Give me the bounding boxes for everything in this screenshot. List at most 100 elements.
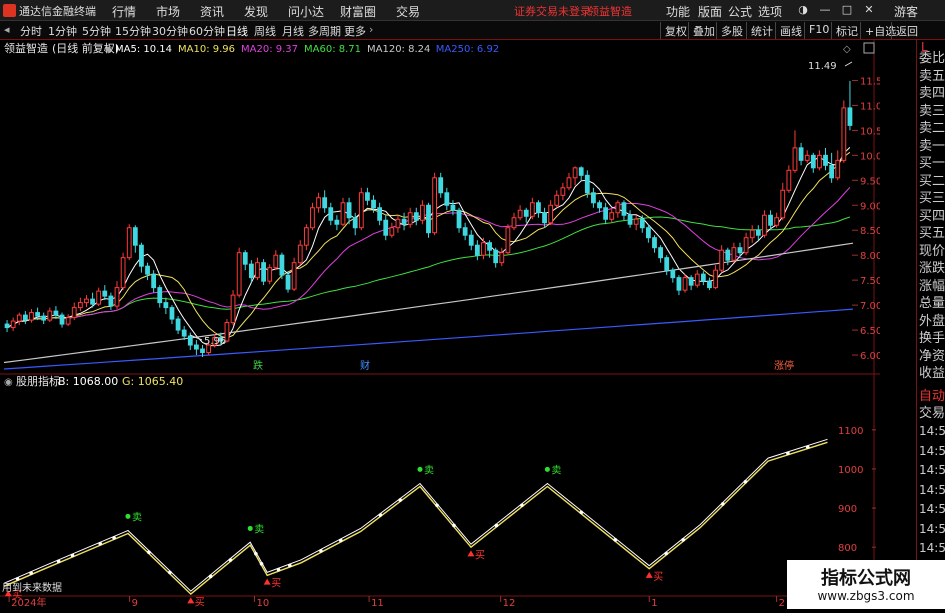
quote-label: 涨跌 (919, 261, 945, 276)
candle (236, 247, 242, 298)
quote-label: 卖四 (919, 86, 945, 101)
period-tab-5min[interactable]: 5分钟 (82, 23, 111, 39)
candle-body (499, 252, 505, 264)
maximize-icon[interactable]: □ (838, 2, 856, 18)
minimize-icon[interactable]: — (816, 2, 834, 18)
buy-signal-label: 买 (653, 571, 663, 583)
guest-label[interactable]: 游客 (894, 3, 918, 20)
menu-quotes[interactable]: 行情 (112, 3, 136, 20)
date-tick-label: 10 (256, 598, 269, 609)
period-tab-multi[interactable]: 多周期 (308, 23, 341, 39)
trade-label[interactable]: 自动 (919, 385, 945, 404)
period-toolbar: ◂ 分时 1分钟 5分钟 15分钟 30分钟 60分钟 日线 周线 月线 多周期… (0, 21, 945, 40)
diamond-icon[interactable]: ◇ (843, 44, 851, 55)
indicator-dot (338, 538, 343, 543)
menu-formula[interactable]: 公式 (728, 3, 752, 20)
candle-body (517, 209, 523, 219)
adjust-button[interactable]: 复权 (660, 22, 691, 39)
period-tab-15min[interactable]: 15分钟 (115, 23, 151, 39)
return-button[interactable]: 返回 (891, 22, 922, 39)
candle-body (255, 262, 260, 279)
candle-body (285, 274, 291, 290)
candle-body (762, 214, 767, 236)
indicator-dot (276, 567, 281, 572)
candle-body (682, 277, 688, 291)
period-tab-weekly[interactable]: 周线 (254, 23, 276, 39)
event-mark-limit-up[interactable]: 涨停 (774, 359, 794, 372)
chart-area[interactable]: 11.50 11.00 10.50 10.00 9.50 9.00 8.50 8.00 7.50… (0, 40, 889, 609)
more-chevron-icon[interactable]: › (369, 23, 373, 36)
candle-body (462, 227, 468, 236)
close-icon[interactable]: ✕ (860, 2, 878, 18)
indicator-dot (228, 558, 233, 562)
menu-trade[interactable]: 交易 (396, 3, 420, 20)
indicator-dot (805, 445, 810, 449)
trade-login-warning[interactable]: 证券交易未登录 (514, 3, 591, 19)
back-arrow-icon[interactable]: ◂ (4, 23, 10, 36)
multi-stock-button[interactable]: 多股 (716, 22, 747, 39)
candle-body (267, 267, 273, 282)
menu-functions[interactable]: 功能 (666, 3, 690, 20)
trade-label[interactable]: 交易 (919, 402, 945, 421)
overlay-button[interactable]: 叠加 (688, 22, 719, 39)
menu-ask[interactable]: 问小达 (288, 3, 324, 20)
skin-icon[interactable]: ◑ (794, 2, 812, 18)
menu-discover[interactable]: 发现 (244, 3, 268, 20)
candle-body (187, 335, 193, 346)
chart-canvas[interactable]: 11.50 11.00 10.50 10.00 9.50 9.00 8.50 8.00 7.50… (0, 40, 889, 609)
stats-button[interactable]: 统计 (746, 22, 777, 39)
price-tick-label: 10.00 (860, 151, 880, 162)
candle-body (560, 187, 566, 196)
quote-label: 净资 (919, 348, 945, 364)
menu-market[interactable]: 市场 (156, 3, 180, 20)
menu-options[interactable]: 选项 (758, 3, 782, 20)
indicator-tick-label: 900 (838, 504, 857, 515)
indicator-dot (786, 451, 790, 456)
candle (120, 252, 126, 291)
sell-signal-icon (125, 513, 131, 519)
draw-line-button[interactable]: 画线 (775, 22, 806, 39)
sell-signal-label: 卖 (424, 464, 434, 476)
candle-body (456, 209, 462, 229)
candle-body (749, 229, 755, 239)
period-tab-1min[interactable]: 1分钟 (48, 23, 77, 39)
indicator-name[interactable]: 股朋指标 (16, 374, 60, 388)
event-mark-fall[interactable]: 跌 (253, 359, 263, 372)
indicator-toggle-icon[interactable]: ◉ (4, 377, 13, 388)
date-tick-label: 11 (371, 598, 384, 609)
period-tab-monthly[interactable]: 月线 (282, 23, 304, 39)
candle-body (817, 154, 822, 169)
indicator-dot (259, 562, 264, 566)
period-tab-60min[interactable]: 60分钟 (189, 23, 225, 39)
candle-body (261, 262, 266, 282)
candle-body (175, 318, 181, 331)
candle-body (84, 298, 89, 304)
candle-body (774, 217, 780, 226)
candle-body (316, 197, 321, 209)
candle-body (468, 234, 474, 246)
candle-body (438, 177, 444, 194)
candle-body (352, 217, 358, 229)
period-tab-intraday[interactable]: 分时 (20, 23, 42, 39)
candle-body (181, 329, 187, 337)
indicator-dot (168, 570, 172, 575)
candle-body (340, 202, 346, 225)
menu-news[interactable]: 资讯 (200, 3, 224, 20)
candle-body (639, 218, 645, 229)
indicator-dot (70, 553, 75, 558)
event-mark-finance[interactable]: 财 (360, 359, 370, 372)
period-tab-daily[interactable]: 日线 (226, 23, 248, 39)
menu-wealth[interactable]: 财富圈 (340, 3, 376, 20)
period-tab-more[interactable]: 更多 (344, 23, 366, 39)
mark-button[interactable]: 标记 (831, 22, 862, 39)
legend-toggle-icon[interactable]: ◉ (104, 44, 113, 55)
watermark-title: 指标公式网 (821, 568, 911, 589)
candle-body (676, 277, 682, 291)
period-tab-30min[interactable]: 30分钟 (152, 23, 188, 39)
f10-button[interactable]: F10 (804, 22, 833, 39)
ma-legend-item: MA5: 10.14 (115, 44, 172, 55)
indicator-dot (56, 559, 61, 564)
menu-layout[interactable]: 版面 (698, 3, 722, 20)
candle-body (53, 310, 59, 316)
candle-body (200, 348, 205, 354)
